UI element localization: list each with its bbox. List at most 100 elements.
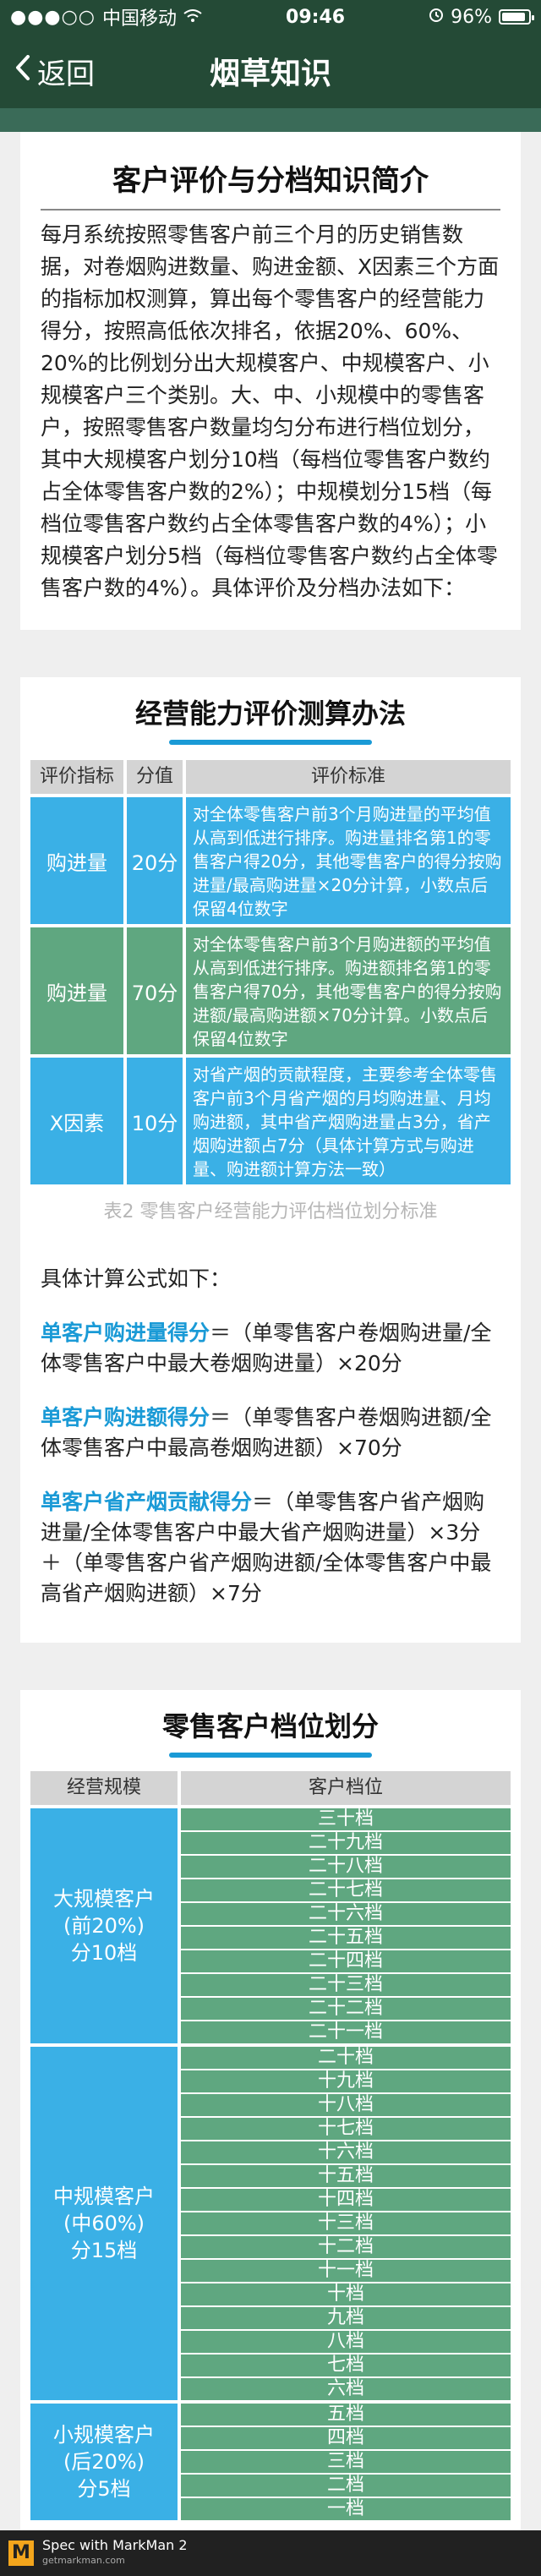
formula-key: 单客户购进量得分 (41, 1321, 210, 1345)
intro-section: 客户评价与分档知识简介 每月系统按照零售客户前三个月的历史销售数据，对卷烟购进数… (20, 132, 521, 630)
level-cell: 二十八档 (181, 1856, 511, 1878)
grading-table: 经营规模 客户档位 大规模客户 (前20%) 分10档 三十档 二十九档 二十八档 二十七档… (30, 1771, 511, 2520)
level-cell: 二十三档 (181, 1974, 511, 1996)
row-standard: 对全体零售客户前3个月购进量的平均值从高到低进行排序。购进量排名第1的零售客户得… (186, 797, 511, 924)
footer-text: Spec with MarkMan 2 getmarkman.com (42, 2538, 188, 2568)
level-cell: 二十九档 (181, 1832, 511, 1854)
level-cell: 八档 (181, 2331, 511, 2353)
formula-item: 单客户购进量得分＝（单零售客户卷烟购进量/全体零售客户中最大卷烟购进量）×20分 (41, 1318, 500, 1379)
formula-key: 单客户省产烟贡献得分 (41, 1490, 253, 1514)
ability-section: 经营能力评价测算办法 评价指标 分值 评价标准 购进量 20分 对全体零售客户前… (20, 677, 521, 1643)
level-cell: 十一档 (181, 2260, 511, 2282)
level-cell: 二十五档 (181, 1927, 511, 1949)
alarm-icon (429, 7, 444, 28)
level-cell: 二十档 (181, 2047, 511, 2069)
grading-title: 零售客户档位划分 (161, 1710, 379, 1742)
header-level: 客户档位 (181, 1771, 511, 1805)
title-underline (169, 1753, 372, 1758)
table-header: 评价指标 分值 评价标准 (30, 760, 511, 794)
title-underline (169, 740, 372, 745)
scale-cell: 小规模客户 (后20%) 分5档 (30, 2404, 178, 2520)
battery-percent: 96% (451, 6, 492, 28)
navigation-bar: 返回 烟草知识 (0, 34, 541, 108)
divider (41, 209, 500, 211)
formula-key: 单客户购进额得分 (41, 1405, 210, 1430)
scale-cell: 中规模客户 (中60%) 分15档 (30, 2047, 178, 2400)
level-cell: 十档 (181, 2283, 511, 2305)
scale-line: 中规模客户 (53, 2185, 155, 2208)
table-row: 购进量 70分 对全体零售客户前3个月购进额的平均值从高到低进行排序。购进额排名… (30, 927, 511, 1054)
scale-line: (前20%) (63, 1914, 145, 1938)
scale-line: (后20%) (63, 2450, 145, 2474)
table-row: 购进量 20分 对全体零售客户前3个月购进量的平均值从高到低进行排序。购进量排名… (30, 797, 511, 924)
row-score: 20分 (127, 797, 183, 924)
header-standard: 评价标准 (186, 760, 511, 794)
row-score: 70分 (127, 927, 183, 1054)
section-gap (0, 630, 541, 677)
markman-logo-icon: M (8, 2540, 34, 2566)
level-list: 二十档 十九档 十八档 十七档 十六档 十五档 十四档 十三档 十二档 十一档 十档 九档 八档 七档 六档 (181, 2047, 511, 2400)
grading-section: 零售客户档位划分 经营规模 客户档位 大规模客户 (前20%) 分10档 三十档 二十九… (20, 1690, 521, 2540)
level-cell: 十五档 (181, 2165, 511, 2187)
header-band (0, 108, 541, 132)
grading-group: 小规模客户 (后20%) 分5档 五档 四档 三档 二档 一档 (30, 2404, 511, 2520)
grading-groups: 大规模客户 (前20%) 分10档 三十档 二十九档 二十八档 二十七档 二十六档 二十五档 二十… (30, 1808, 511, 2520)
row-standard: 对省产烟的贡献程度，主要参考全体零售客户前3个月省产烟的月均购进量、月均购进额，… (186, 1058, 511, 1184)
table-row: X因素 10分 对省产烟的贡献程度，主要参考全体零售客户前3个月省产烟的月均购进… (30, 1058, 511, 1184)
grading-group: 中规模客户 (中60%) 分15档 二十档 十九档 十八档 十七档 十六档 十五档 十四档 十三档十… (30, 2047, 511, 2400)
back-button[interactable]: 返回 (0, 51, 95, 92)
ability-table: 评价指标 分值 评价标准 购进量 20分 对全体零售客户前3个月购进量的平均值从… (30, 760, 511, 1184)
level-cell: 十八档 (181, 2094, 511, 2116)
header-scale: 经营规模 (30, 1771, 178, 1805)
scale-line: 分15档 (70, 2239, 138, 2262)
battery-fill (502, 13, 525, 21)
formula-item: 单客户购进额得分＝（单零售客户卷烟购进额/全体零售客户中最高卷烟购进额）×70分 (41, 1403, 500, 1463)
ability-title: 经营能力评价测算办法 (134, 697, 406, 730)
level-cell: 二十二档 (181, 1998, 511, 2020)
level-cell: 十七档 (181, 2118, 511, 2140)
level-cell: 三十档 (181, 1808, 511, 1830)
level-cell: 十六档 (181, 2141, 511, 2163)
level-cell: 九档 (181, 2307, 511, 2329)
level-cell: 十二档 (181, 2236, 511, 2258)
level-cell: 一档 (181, 2498, 511, 2520)
row-standard: 对全体零售客户前3个月购进额的平均值从高到低进行排序。购进额排名第1的零售客户得… (186, 927, 511, 1054)
signal-icon: ●●●○○ (10, 6, 96, 28)
battery-icon (499, 9, 534, 25)
grading-group: 大规模客户 (前20%) 分10档 三十档 二十九档 二十八档 二十七档 二十六档 二十五档 二十… (30, 1808, 511, 2043)
status-bar: ●●●○○ 中国移动 09:46 96% (0, 0, 541, 34)
back-label: 返回 (37, 57, 95, 91)
level-cell: 二十一档 (181, 2021, 511, 2043)
level-cell: 十三档 (181, 2212, 511, 2234)
row-score: 10分 (127, 1058, 183, 1184)
table-caption: 表2 零售客户经营能力评估档位划分标准 (103, 1201, 438, 1222)
chevron-left-icon (15, 54, 30, 88)
footer-bar: M Spec with MarkMan 2 getmarkman.com (0, 2530, 541, 2576)
level-cell: 二十六档 (181, 1903, 511, 1925)
wifi-icon (183, 7, 202, 28)
header-score: 分值 (127, 760, 183, 794)
clock: 09:46 (286, 6, 346, 28)
row-indicator: X因素 (30, 1058, 123, 1184)
scale-cell: 大规模客户 (前20%) 分10档 (30, 1808, 178, 2043)
level-cell: 十九档 (181, 2070, 511, 2092)
row-indicator: 购进量 (30, 797, 123, 924)
intro-paragraph: 每月系统按照零售客户前三个月的历史销售数据，对卷烟购进数量、购进金额、X因素三个… (41, 222, 500, 600)
level-cell: 六档 (181, 2378, 511, 2400)
level-list: 三十档 二十九档 二十八档 二十七档 二十六档 二十五档 二十四档 二十三档 二十二档 二十一档 (181, 1808, 511, 2043)
header-indicator: 评价指标 (30, 760, 123, 794)
formula-block: 具体计算公式如下： 单客户购进量得分＝（单零售客户卷烟购进量/全体零售客户中最大… (20, 1249, 521, 1643)
level-cell: 七档 (181, 2354, 511, 2376)
intro-title: 客户评价与分档知识简介 (112, 164, 429, 198)
level-list: 五档 四档 三档 二档 一档 (181, 2404, 511, 2520)
row-indicator: 购进量 (30, 927, 123, 1054)
level-cell: 五档 (181, 2404, 511, 2426)
scale-line: 分5档 (77, 2477, 131, 2501)
scale-line: 大规模客户 (53, 1887, 155, 1911)
formula-item: 单客户省产烟贡献得分＝（单零售客户省产烟购进量/全体零售客户中最大省产烟购进量）… (41, 1487, 500, 1609)
section-gap (0, 1643, 541, 1690)
carrier-label: 中国移动 (101, 8, 177, 30)
footer-line1: Spec with MarkMan 2 (42, 2537, 188, 2553)
table-header: 经营规模 客户档位 (30, 1771, 511, 1805)
level-cell: 二档 (181, 2475, 511, 2497)
